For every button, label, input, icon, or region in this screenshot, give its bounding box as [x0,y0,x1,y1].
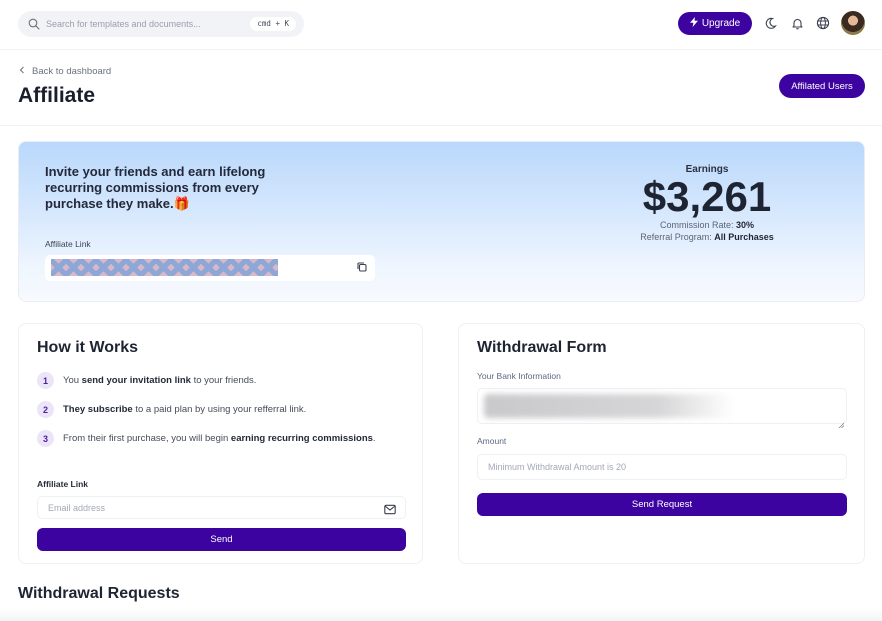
how-it-works-card: How it Works 1 You send your invitation … [18,323,423,564]
invite-link-label: Affiliate Link [37,479,89,489]
referral-label: Referral Program: [640,232,712,242]
back-to-dashboard-link[interactable]: Back to dashboard [19,66,111,77]
search-bar[interactable]: cmd + K [18,11,304,37]
step-text: From their first purchase, you will begi… [63,433,376,444]
amount-field[interactable] [477,454,847,480]
affiliated-users-button[interactable]: Affilated Users [779,74,865,98]
bell-icon[interactable] [789,15,805,31]
step-number: 3 [37,430,54,447]
email-input[interactable] [48,502,352,513]
earnings-value: $3,261 [642,173,772,220]
top-bar: cmd + K Upgrade [0,0,882,50]
send-request-button[interactable]: Send Request [477,493,847,516]
invite-text-body: Invite your friends and earn lifelong re… [45,164,266,211]
withdrawal-requests-title: Withdrawal Requests [18,585,180,602]
affiliate-link-field[interactable] [45,255,375,281]
back-label: Back to dashboard [32,66,112,77]
withdrawal-form-title: Withdrawal Form [477,339,607,356]
header-divider [0,125,882,126]
page-title: Affiliate [18,84,96,107]
referral-value: All Purchases [714,232,774,242]
invite-text: Invite your friends and earn lifelong re… [45,164,285,212]
email-field[interactable] [37,496,406,519]
earnings-summary: Earnings $3,261 Commission Rate: 30% Ref… [619,164,795,243]
upgrade-label: Upgrade [701,18,741,29]
step-text: You send your invitation link to your fr… [63,375,257,386]
send-invite-button[interactable]: Send [37,528,406,551]
copy-icon [356,261,368,276]
step-number: 2 [37,401,54,418]
bolt-icon [689,17,698,30]
redacted-link-value [51,259,278,276]
search-input[interactable] [46,19,246,29]
avatar[interactable] [841,11,865,35]
step-item: 1 You send your invitation link to your … [37,372,256,389]
bank-info-label: Your Bank Information [477,371,561,381]
step-number: 1 [37,372,54,389]
commission-value: 30% [736,220,755,230]
commission-label: Commission Rate: [659,220,734,230]
chevron-left-icon [19,66,25,77]
scroll-fade [0,608,882,621]
moon-icon[interactable] [762,15,778,31]
globe-icon[interactable] [815,15,831,31]
upgrade-button[interactable]: Upgrade [678,12,752,35]
search-icon [28,18,40,30]
amount-input[interactable] [488,462,793,472]
amount-label: Amount [477,436,507,446]
affiliate-hero-card: Invite your friends and earn lifelong re… [18,141,865,302]
mail-icon [384,502,396,520]
step-item: 2 They subscribe to a paid plan by using… [37,401,306,418]
copy-link-button[interactable] [355,261,369,275]
commission-rate: Commission Rate: 30% [619,219,795,231]
shortcut-hint: cmd + K [250,17,296,31]
bank-info-textarea[interactable] [477,388,847,429]
affiliate-link-label: Affiliate Link [45,239,91,249]
withdrawal-form-card: Withdrawal Form Your Bank Information Am… [458,323,865,564]
step-text: They subscribe to a paid plan by using y… [63,404,307,415]
resize-handle-icon[interactable] [838,415,845,429]
how-it-works-title: How it Works [37,339,139,356]
redacted-bank-info [484,394,734,418]
gift-icon: 🎁 [173,196,190,211]
step-item: 3 From their first purchase, you will be… [37,430,376,447]
referral-program: Referral Program: All Purchases [619,231,795,243]
